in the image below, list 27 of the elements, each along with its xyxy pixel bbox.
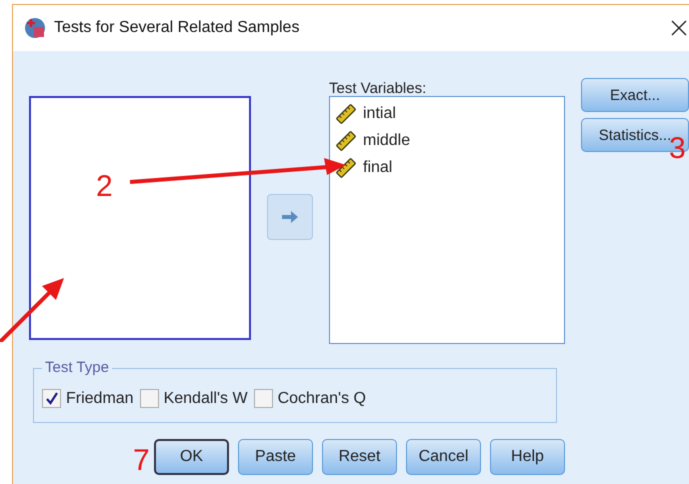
checkbox[interactable] xyxy=(254,389,273,408)
move-button[interactable] xyxy=(266,194,313,240)
test-variables-list[interactable]: intial middle final xyxy=(329,96,565,344)
checkbox[interactable] xyxy=(42,389,61,408)
annotation-number: 2 xyxy=(96,172,113,202)
variable-name[interactable]: intial xyxy=(363,104,396,122)
annotation-arrow xyxy=(0,276,66,342)
checkbox-option[interactable]: Kendall's W xyxy=(140,389,248,408)
checkbox-option[interactable]: Friedman xyxy=(42,389,134,408)
source-variable-list[interactable] xyxy=(29,96,251,340)
close-icon[interactable] xyxy=(671,20,687,36)
app-icon xyxy=(24,17,46,39)
dialog-button[interactable]: Reset xyxy=(322,439,397,475)
window-title: Tests for Several Related Samples xyxy=(54,19,300,37)
variable-name[interactable]: final xyxy=(363,158,392,176)
dialog-button[interactable]: Exact... xyxy=(581,78,689,112)
checkbox[interactable] xyxy=(140,389,159,408)
dialog-button[interactable]: Help xyxy=(490,439,565,475)
dialog-button[interactable]: Cancel xyxy=(406,439,481,475)
group-title: Test Type xyxy=(42,359,112,376)
list-label: Test Variables: xyxy=(329,81,428,96)
arrow-icon xyxy=(280,210,299,224)
checkbox-option[interactable]: Cochran's Q xyxy=(254,389,366,408)
annotation-number: 7 xyxy=(133,446,150,476)
dialog-button[interactable]: Paste xyxy=(238,439,313,475)
dialog-button[interactable]: OK xyxy=(154,439,229,475)
variable-name[interactable]: middle xyxy=(363,132,410,150)
